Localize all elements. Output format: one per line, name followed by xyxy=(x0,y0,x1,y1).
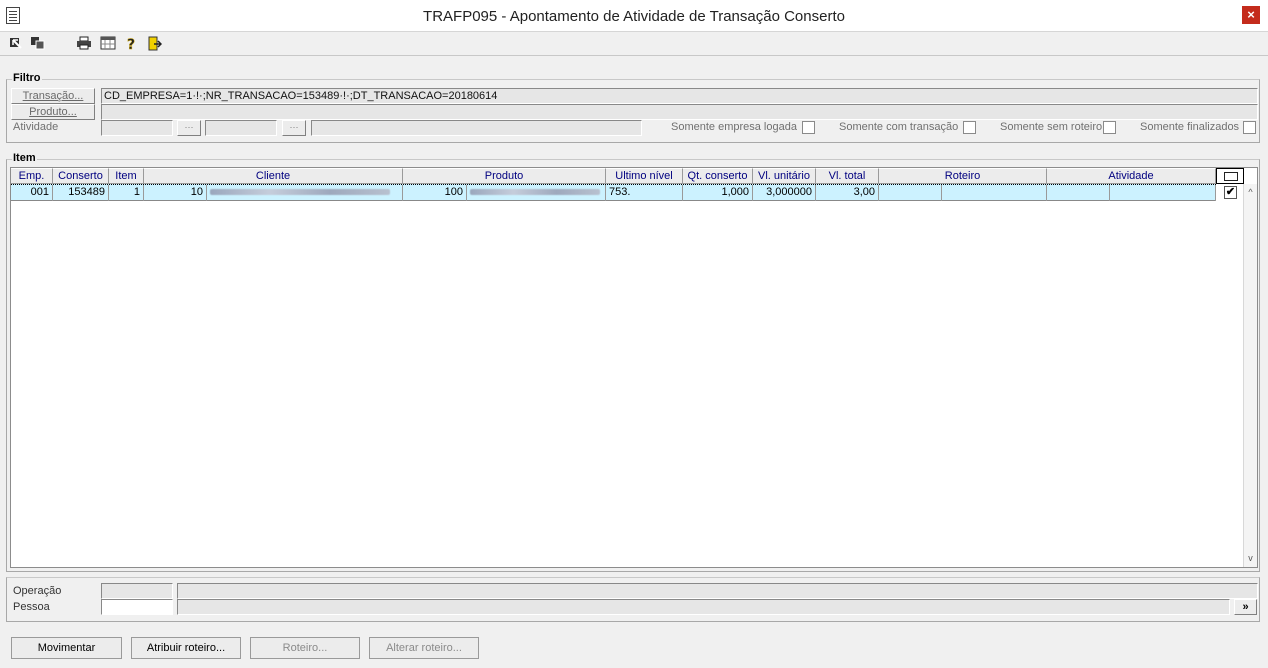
atividade-code-field[interactable] xyxy=(101,120,173,136)
print-icon[interactable] xyxy=(76,36,92,52)
atividade-lookup2-button[interactable]: ··· xyxy=(282,120,306,136)
calendar-icon[interactable] xyxy=(100,36,116,52)
operacao-label: Operação xyxy=(13,585,62,597)
svg-text:?: ? xyxy=(127,37,135,52)
cell-conserto: 153489 xyxy=(53,185,109,201)
grid-vertical-scrollbar[interactable]: ^ v xyxy=(1243,184,1257,567)
col-vl-total[interactable]: Vl. total xyxy=(816,168,879,184)
scroll-down-icon[interactable]: v xyxy=(1244,551,1257,566)
cell-item: 1 xyxy=(109,185,144,201)
copy-icon[interactable] xyxy=(30,36,46,52)
cell-atividade-desc xyxy=(1110,185,1216,201)
option-sem-roteiro-label: Somente sem roteiro xyxy=(1000,121,1103,133)
cell-cliente-code: 10 xyxy=(144,185,207,201)
cell-produto-code: 100 xyxy=(403,185,467,201)
option-sem-roteiro-checkbox[interactable] xyxy=(1103,121,1116,134)
window-title: TRAFP095 - Apontamento de Atividade de T… xyxy=(423,8,845,25)
atividade-label: Atividade xyxy=(13,121,59,133)
produto-button[interactable]: Produto... xyxy=(11,104,95,120)
cell-ultimo-nivel: 753. xyxy=(606,185,683,201)
title-bar: TRAFP095 - Apontamento de Atividade de T… xyxy=(0,0,1268,32)
exit-icon[interactable] xyxy=(146,36,163,52)
produto-field[interactable] xyxy=(101,104,1258,120)
transacao-field[interactable]: CD_EMPRESA=1·!·;NR_TRANSACAO=153489·!·;D… xyxy=(101,88,1258,104)
option-empresa-logada-label: Somente empresa logada xyxy=(671,121,797,133)
atividade-code2-field[interactable] xyxy=(205,120,277,136)
col-ultimo-nivel[interactable]: Ultimo nível xyxy=(606,168,683,184)
cell-vl-total: 3,00 xyxy=(816,185,879,201)
atribuir-roteiro-button[interactable]: Atribuir roteiro... xyxy=(131,637,241,659)
table-row[interactable]: 001 153489 1 10 100 753. 1,000 3,000000 … xyxy=(11,184,1216,201)
roteiro-button[interactable]: Roteiro... xyxy=(250,637,360,659)
cell-roteiro-code xyxy=(879,185,942,201)
row-select-checkbox[interactable]: ✔ xyxy=(1224,186,1237,199)
filtro-title: Filtro xyxy=(12,72,42,84)
operacao-code-field[interactable] xyxy=(101,583,173,599)
operacao-desc-field xyxy=(177,583,1258,599)
cell-qt-conserto: 1,000 xyxy=(683,185,753,201)
option-empresa-logada-checkbox[interactable] xyxy=(802,121,815,134)
help-icon[interactable]: ? xyxy=(123,36,139,54)
close-button[interactable]: × xyxy=(1242,6,1260,24)
col-item[interactable]: Item xyxy=(109,168,144,184)
col-cliente[interactable]: Cliente xyxy=(144,168,403,184)
col-roteiro[interactable]: Roteiro xyxy=(879,168,1047,184)
alterar-roteiro-button[interactable]: Alterar roteiro... xyxy=(369,637,479,659)
cell-roteiro-desc xyxy=(942,185,1047,201)
col-emp[interactable]: Emp. xyxy=(11,168,53,184)
redacted-text xyxy=(470,189,600,196)
redacted-text xyxy=(210,189,390,196)
cell-vl-unitario: 3,000000 xyxy=(753,185,816,201)
grid-header: Emp. Conserto Item Cliente Produto Ultim… xyxy=(11,168,1257,184)
atividade-desc-field xyxy=(311,120,642,136)
item-grid[interactable]: Emp. Conserto Item Cliente Produto Ultim… xyxy=(10,167,1258,568)
col-conserto[interactable]: Conserto xyxy=(53,168,109,184)
col-produto[interactable]: Produto xyxy=(403,168,606,184)
item-title: Item xyxy=(12,152,37,164)
option-finalizados-label: Somente finalizados xyxy=(1140,121,1240,133)
option-com-transacao-label: Somente com transação xyxy=(839,121,959,133)
movimentar-button[interactable]: Movimentar xyxy=(11,637,122,659)
cell-produto-name xyxy=(467,185,606,201)
transacao-button[interactable]: Transação... xyxy=(11,88,95,104)
option-com-transacao-checkbox[interactable] xyxy=(963,121,976,134)
atividade-lookup-button[interactable]: ··· xyxy=(177,120,201,136)
cell-cliente-name xyxy=(207,185,403,201)
option-finalizados-checkbox[interactable] xyxy=(1243,121,1256,134)
column-chooser-button[interactable] xyxy=(1216,168,1244,184)
cell-emp: 001 xyxy=(11,185,53,201)
col-qt-conserto[interactable]: Qt. conserto xyxy=(683,168,753,184)
import-icon[interactable] xyxy=(8,36,24,52)
pessoa-expand-button[interactable]: » xyxy=(1234,599,1257,615)
pessoa-label: Pessoa xyxy=(13,601,50,613)
col-atividade[interactable]: Atividade xyxy=(1047,168,1216,184)
toolbar: ? xyxy=(0,32,1268,56)
col-vl-unitario[interactable]: Vl. unitário xyxy=(753,168,816,184)
pessoa-desc-field xyxy=(177,599,1230,615)
scroll-up-icon[interactable]: ^ xyxy=(1244,185,1257,200)
pessoa-code-field[interactable] xyxy=(101,599,173,615)
cell-atividade-code xyxy=(1047,185,1110,201)
